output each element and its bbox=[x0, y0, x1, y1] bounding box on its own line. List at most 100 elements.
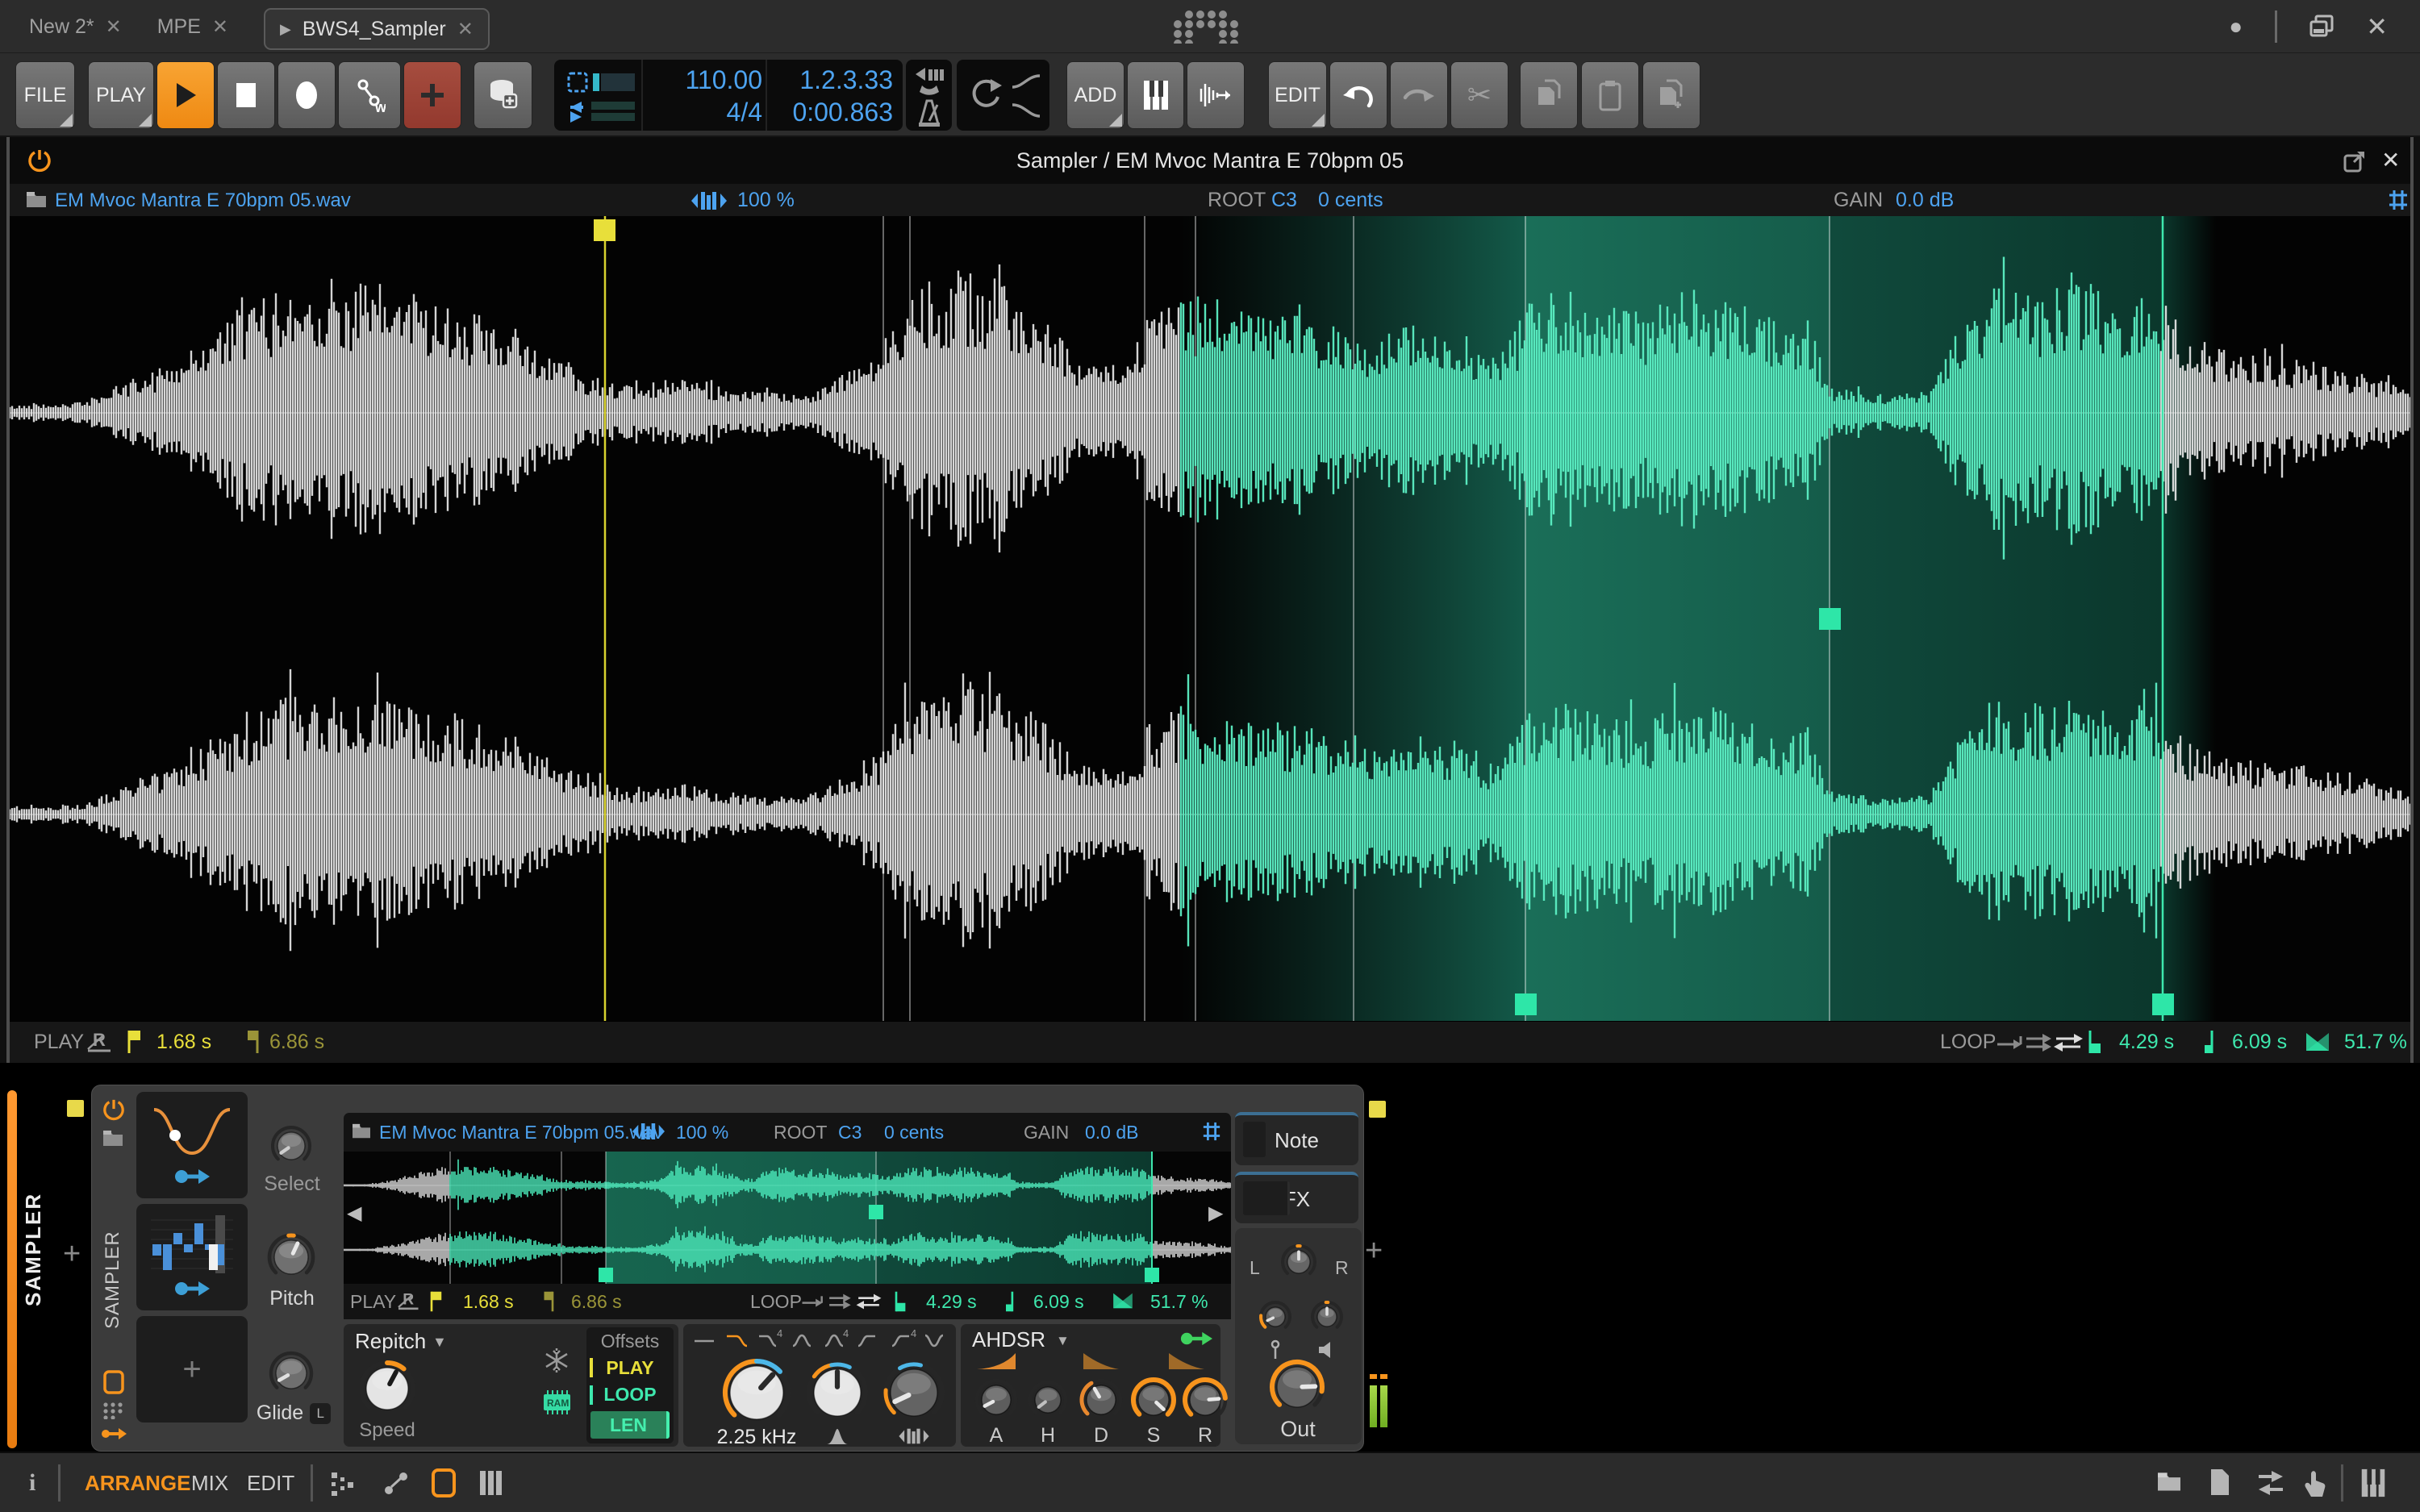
mod-route-icon[interactable] bbox=[174, 1168, 210, 1185]
file-panel-icon[interactable] bbox=[2209, 1468, 2231, 1497]
offset-len-toggle[interactable]: LEN bbox=[590, 1411, 670, 1439]
add-modulator-plus[interactable]: + bbox=[182, 1352, 201, 1388]
loop-end-value[interactable]: 6.09 s bbox=[1033, 1291, 1084, 1313]
root-note-value[interactable]: C3 bbox=[1271, 189, 1297, 212]
release-shape-icon[interactable] bbox=[1169, 1352, 1204, 1369]
decay-shape-icon[interactable] bbox=[1083, 1352, 1119, 1369]
track-mute-indicator[interactable] bbox=[67, 1100, 84, 1117]
speed-knob[interactable] bbox=[358, 1360, 416, 1418]
play-start-flag-icon[interactable] bbox=[127, 1029, 144, 1055]
undo-button[interactable] bbox=[1329, 61, 1387, 129]
play-start-value[interactable]: 1.68 s bbox=[463, 1291, 514, 1313]
playback-mode-dropdown[interactable]: Repitch bbox=[355, 1329, 426, 1354]
loop-toggle-icon[interactable] bbox=[966, 77, 1003, 113]
play-end-value[interactable]: 6.86 s bbox=[571, 1291, 622, 1313]
duplicate-button[interactable] bbox=[1642, 61, 1700, 129]
tempo-display[interactable]: 110.00 bbox=[648, 64, 762, 96]
send-knob[interactable] bbox=[1258, 1299, 1293, 1335]
keyboard-zoom-icon[interactable] bbox=[691, 190, 727, 211]
sustain-knob[interactable] bbox=[1130, 1377, 1177, 1423]
device-name[interactable]: SAMPLER bbox=[102, 1229, 124, 1331]
remote-controls-icon[interactable] bbox=[102, 1402, 125, 1419]
play-start-flag-icon[interactable] bbox=[429, 1290, 445, 1313]
modulator-slot-steps[interactable] bbox=[136, 1204, 248, 1310]
glide-knob[interactable] bbox=[268, 1350, 315, 1397]
device-preset-folder-icon[interactable] bbox=[102, 1129, 124, 1148]
add-device-plus[interactable]: + bbox=[1365, 1234, 1383, 1268]
crossfade-icon[interactable] bbox=[1112, 1292, 1134, 1310]
folder-icon[interactable] bbox=[26, 190, 47, 210]
filter-type-row[interactable]: 444 bbox=[690, 1329, 949, 1353]
redo-button[interactable] bbox=[1390, 61, 1448, 129]
folder-icon[interactable] bbox=[352, 1123, 371, 1140]
attack-knob[interactable] bbox=[974, 1377, 1019, 1422]
zoom-value[interactable]: 100 % bbox=[737, 189, 795, 212]
loop-end-flag-icon[interactable] bbox=[1003, 1290, 1020, 1313]
mod-source-icon[interactable] bbox=[1180, 1331, 1212, 1347]
loop-forward-icon[interactable] bbox=[828, 1292, 852, 1311]
arrange-view-button[interactable]: ARRANGE bbox=[85, 1471, 190, 1496]
loop-end-value[interactable]: 6.09 s bbox=[2232, 1031, 2287, 1054]
mix-view-button[interactable]: MIX bbox=[191, 1471, 228, 1496]
project-tab-bws4-sampler[interactable]: ▶ BWS4_Sampler ✕ bbox=[264, 8, 490, 50]
mini-waveform-display[interactable]: ◀ ▶ bbox=[344, 1152, 1231, 1284]
edit-view-button[interactable]: EDIT bbox=[247, 1471, 294, 1496]
save-project-button[interactable] bbox=[474, 61, 532, 129]
waveform-display[interactable] bbox=[10, 216, 2410, 1021]
decay-knob[interactable] bbox=[1079, 1377, 1124, 1422]
device-panel-toggle-icon[interactable] bbox=[431, 1468, 457, 1498]
io-mappings-icon[interactable] bbox=[2255, 1469, 2286, 1497]
loop-pingpong-icon[interactable] bbox=[855, 1292, 882, 1311]
cutoff-knob[interactable] bbox=[722, 1358, 791, 1427]
grid-snap-icon[interactable] bbox=[2388, 190, 2409, 210]
info-icon[interactable]: i bbox=[29, 1469, 35, 1497]
mod-route-icon[interactable] bbox=[174, 1280, 210, 1297]
close-editor-icon[interactable]: ✕ bbox=[2381, 147, 2400, 173]
crossfade-value[interactable]: 51.7 % bbox=[2344, 1031, 2407, 1054]
project-tab-new2[interactable]: New 2* ✕ bbox=[29, 0, 122, 53]
device-power-icon[interactable] bbox=[102, 1098, 125, 1121]
restore-window-icon[interactable] bbox=[2309, 15, 2334, 39]
envelope-dropdown[interactable]: AHDSR bbox=[972, 1327, 1045, 1352]
overdub-toggle-button[interactable] bbox=[403, 61, 461, 129]
close-window-icon[interactable]: ✕ bbox=[2366, 11, 2388, 42]
fade-in-icon[interactable] bbox=[1010, 71, 1042, 92]
hold-knob[interactable] bbox=[1027, 1379, 1069, 1421]
ram-icon[interactable]: RAM bbox=[542, 1390, 571, 1414]
loop-start-value[interactable]: 4.29 s bbox=[926, 1291, 977, 1313]
loop-off-icon[interactable] bbox=[1996, 1033, 2023, 1052]
out-knob[interactable] bbox=[1269, 1359, 1325, 1415]
zoom-value[interactable]: 100 % bbox=[676, 1122, 728, 1143]
add-instrument-track-button[interactable] bbox=[1127, 61, 1184, 129]
play-end-flag-icon[interactable] bbox=[539, 1290, 555, 1313]
raw-mode-icon[interactable]: R bbox=[86, 1030, 115, 1056]
sample-file-name[interactable]: EM Mvoc Mantra E 70bpm 05.wav bbox=[55, 190, 351, 212]
add-track-button[interactable]: ADD bbox=[1066, 61, 1124, 129]
loop-off-icon[interactable] bbox=[800, 1293, 824, 1310]
song-position-display[interactable]: 1.2.3.33 bbox=[770, 64, 893, 96]
device-power-icon[interactable] bbox=[27, 148, 52, 173]
modulator-slot-lfo[interactable] bbox=[136, 1092, 248, 1198]
track-name[interactable]: SAMPLER bbox=[21, 1213, 46, 1306]
punch-in-icon[interactable] bbox=[914, 66, 945, 95]
play-button[interactable] bbox=[156, 61, 215, 129]
loop-pingpong-icon[interactable] bbox=[2053, 1031, 2084, 1054]
edit-menu-button[interactable]: EDIT bbox=[1268, 61, 1327, 129]
device-chain-indicator[interactable] bbox=[1369, 1101, 1386, 1118]
record-button[interactable] bbox=[277, 61, 336, 129]
track-color-strip[interactable] bbox=[7, 1090, 17, 1448]
loop-start-flag-icon[interactable] bbox=[894, 1290, 910, 1313]
crossfade-value[interactable]: 51.7 % bbox=[1150, 1291, 1208, 1313]
metronome-icon[interactable] bbox=[916, 98, 943, 127]
time-signature-display[interactable]: 4/4 bbox=[648, 96, 762, 128]
file-menu-button[interactable]: FILE bbox=[15, 61, 75, 129]
cut-button[interactable]: ✂ bbox=[1450, 61, 1508, 129]
loop-start-flag-icon[interactable] bbox=[2088, 1029, 2105, 1055]
add-track-plus[interactable]: + bbox=[63, 1237, 81, 1272]
touch-mode-icon[interactable] bbox=[2301, 1468, 2328, 1498]
virtual-keyboard-icon[interactable] bbox=[2359, 1468, 2388, 1498]
snap-settings-icon[interactable] bbox=[330, 1471, 356, 1497]
pan-knob[interactable] bbox=[1279, 1243, 1318, 1281]
browser-panel-icon[interactable] bbox=[2155, 1471, 2183, 1493]
loop-start-value[interactable]: 4.29 s bbox=[2119, 1031, 2174, 1054]
